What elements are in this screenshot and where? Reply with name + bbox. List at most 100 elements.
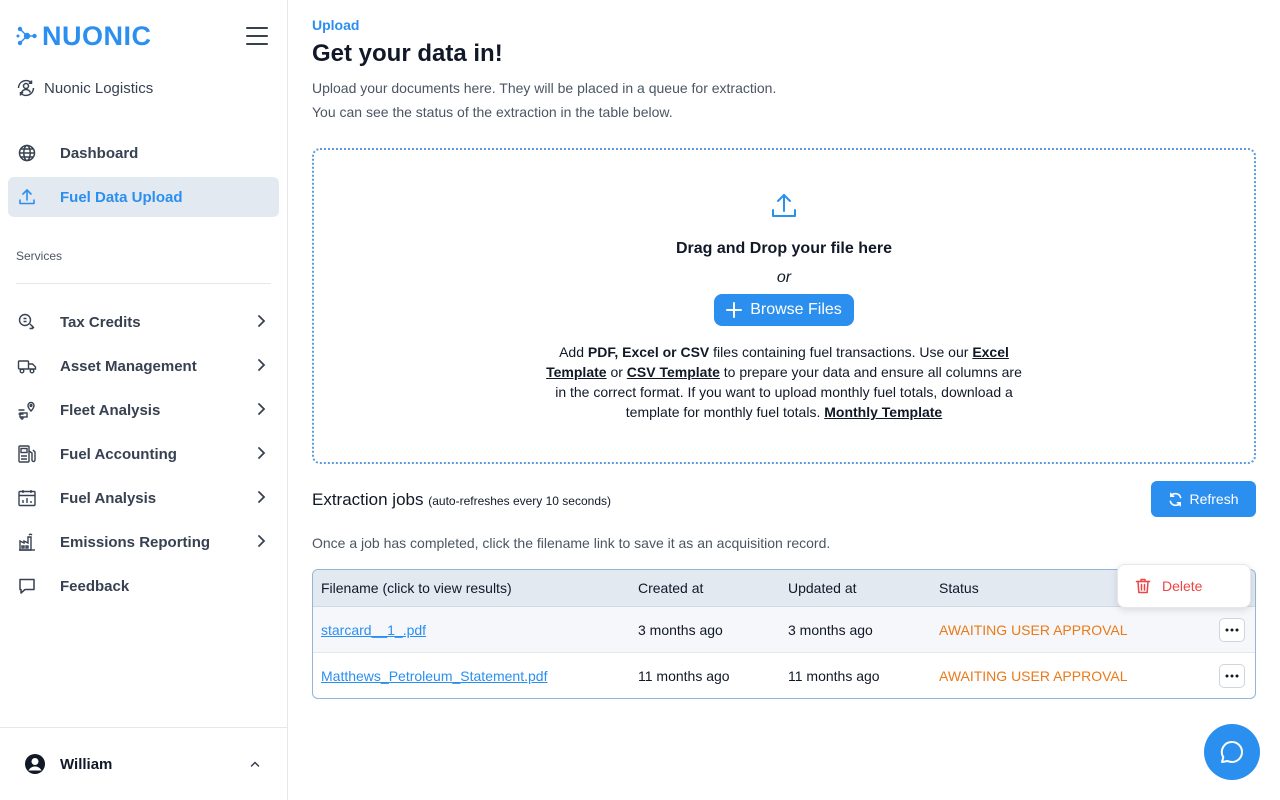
org-name: Nuonic Logistics [44, 79, 154, 97]
nav-item-dashboard[interactable]: Dashboard [8, 133, 279, 173]
fuel-pump-icon [16, 443, 38, 465]
nav-item-label: Dashboard [60, 144, 139, 162]
nav-item-fuel-data-upload[interactable]: Fuel Data Upload [8, 177, 279, 217]
nav-item-label: Feedback [60, 577, 130, 595]
nav-item-label: Fuel Data Upload [60, 188, 183, 206]
calendar-chart-icon [16, 487, 38, 509]
nav-item-label: Fleet Analysis [60, 401, 161, 419]
chevron-right-icon [258, 491, 266, 503]
plus-icon [726, 302, 743, 318]
nav-item-label: Fuel Accounting [60, 445, 177, 463]
column-header: Updated at [788, 580, 857, 596]
user-avatar-icon [25, 754, 45, 774]
extraction-jobs-subtitle: (auto-refreshes every 10 seconds) [428, 494, 611, 508]
status-cell: AWAITING USER APPROVAL [939, 668, 1128, 684]
chevron-right-icon [258, 359, 266, 371]
filename-link[interactable]: Matthews_Petroleum_Statement.pdf [321, 668, 547, 684]
user-name: William [60, 755, 113, 773]
file-dropzone[interactable]: Drag and Drop your file here or Browse F… [312, 148, 1256, 464]
chat-support-button[interactable] [1204, 724, 1260, 780]
extraction-jobs-heading: Extraction jobs (auto-refreshes every 10… [312, 490, 611, 510]
created-cell: 3 months ago [638, 621, 723, 638]
nav-item-fleet-analysis[interactable]: Fleet Analysis [8, 390, 279, 430]
nav-item-fuel-accounting[interactable]: Fuel Accounting [8, 434, 279, 474]
nav-item-label: Fuel Analysis [60, 489, 157, 507]
actions-cell [1199, 617, 1255, 642]
table-header: Filename (click to view results) Created… [313, 570, 1255, 607]
brand-logo[interactable]: NUONIC [16, 21, 152, 52]
created-cell: 11 months ago [638, 668, 730, 684]
molecule-icon [16, 26, 37, 46]
refresh-label: Refresh [1189, 491, 1239, 507]
extraction-jobs-table: Filename (click to view results) Created… [312, 569, 1256, 699]
table-row: Matthews_Petroleum_Statement.pdf 11 mont… [313, 653, 1255, 698]
chat-icon [1220, 740, 1243, 763]
upload-icon [16, 186, 38, 208]
extraction-jobs-title: Extraction jobs [312, 490, 424, 509]
brand-name: NUONIC [42, 20, 152, 51]
chevron-right-icon [258, 315, 266, 327]
dropzone-title: Drag and Drop your file here [675, 240, 893, 257]
filename-cell: starcard__1_.pdf [313, 622, 638, 638]
filename-cell: Matthews_Petroleum_Statement.pdf [313, 668, 638, 684]
menu-toggle-icon[interactable] [246, 27, 268, 45]
delete-label: Delete [1162, 578, 1203, 594]
nav-item-feedback[interactable]: Feedback [8, 566, 279, 606]
chevron-right-icon [258, 535, 266, 547]
refresh-button[interactable]: Refresh [1151, 481, 1256, 517]
factory-icon [16, 531, 38, 553]
services-nav: Tax Credits Asset Management Fleet Analy… [8, 302, 279, 610]
nav-item-tax-credits[interactable]: Tax Credits [8, 302, 279, 342]
dropzone-help-text: Add PDF, Excel or CSV files containing f… [539, 342, 1029, 422]
row-actions-button[interactable] [1219, 664, 1245, 688]
nav-item-label: Emissions Reporting [60, 533, 211, 551]
org-sync-icon [17, 79, 35, 97]
trash-icon [1135, 578, 1151, 594]
more-horizontal-icon [1225, 628, 1239, 631]
page-title: Get your data in! [312, 40, 503, 67]
breadcrumb: Upload [312, 17, 360, 33]
help-text: or [606, 364, 627, 380]
chevron-right-icon [258, 447, 266, 459]
help-file-types: PDF, Excel or CSV [587, 344, 710, 360]
chevron-right-icon [258, 403, 266, 415]
extraction-jobs-note: Once a job has completed, click the file… [312, 535, 831, 551]
table-row: starcard__1_.pdf 3 months ago 3 months a… [313, 607, 1255, 653]
nav-item-emissions-reporting[interactable]: Emissions Reporting [8, 522, 279, 562]
refresh-icon [1170, 492, 1182, 506]
updated-cell: 3 months ago [788, 621, 873, 638]
help-text: Add [559, 344, 588, 360]
dropzone-or: or [776, 269, 792, 286]
primary-nav: Dashboard Fuel Data Upload [8, 133, 279, 221]
nav-item-label: Tax Credits [60, 313, 141, 331]
nav-item-asset-management[interactable]: Asset Management [8, 346, 279, 386]
page-description-line-2: You can see the status of the extraction… [312, 104, 673, 120]
nav-item-label: Asset Management [60, 357, 197, 375]
browse-files-button[interactable]: Browse Files [714, 294, 854, 326]
delete-menu-item[interactable]: Delete [1117, 564, 1251, 608]
chat-bubble-icon [16, 575, 38, 597]
page-description-line-1: Upload your documents here. They will be… [312, 80, 777, 96]
truck-icon [16, 355, 38, 377]
browse-files-label: Browse Files [750, 301, 842, 318]
actions-cell [1199, 664, 1255, 688]
user-menu[interactable]: William [0, 727, 287, 800]
chevron-up-icon [250, 761, 260, 767]
row-actions-button[interactable] [1219, 617, 1245, 642]
updated-cell: 11 months ago [788, 668, 880, 684]
status-cell: AWAITING USER APPROVAL [939, 621, 1128, 638]
monthly-template-link[interactable]: Monthly Template [824, 404, 942, 420]
upload-icon [772, 194, 796, 217]
services-section-label: Services [16, 249, 63, 263]
logo-row: NUONIC [16, 20, 272, 52]
filename-link[interactable]: starcard__1_.pdf [321, 622, 426, 638]
csv-template-link[interactable]: CSV Template [627, 364, 720, 380]
column-header: Filename (click to view results) [321, 580, 512, 596]
sidebar: NUONIC Nuonic Logistics Dashboard Fuel D… [0, 0, 288, 800]
help-text: files containing fuel transactions. Use … [709, 344, 973, 360]
section-divider [16, 283, 271, 284]
nav-item-fuel-analysis[interactable]: Fuel Analysis [8, 478, 279, 518]
org-switcher[interactable]: Nuonic Logistics [16, 76, 153, 100]
fleet-route-icon [16, 399, 38, 421]
column-header: Created at [638, 580, 704, 596]
